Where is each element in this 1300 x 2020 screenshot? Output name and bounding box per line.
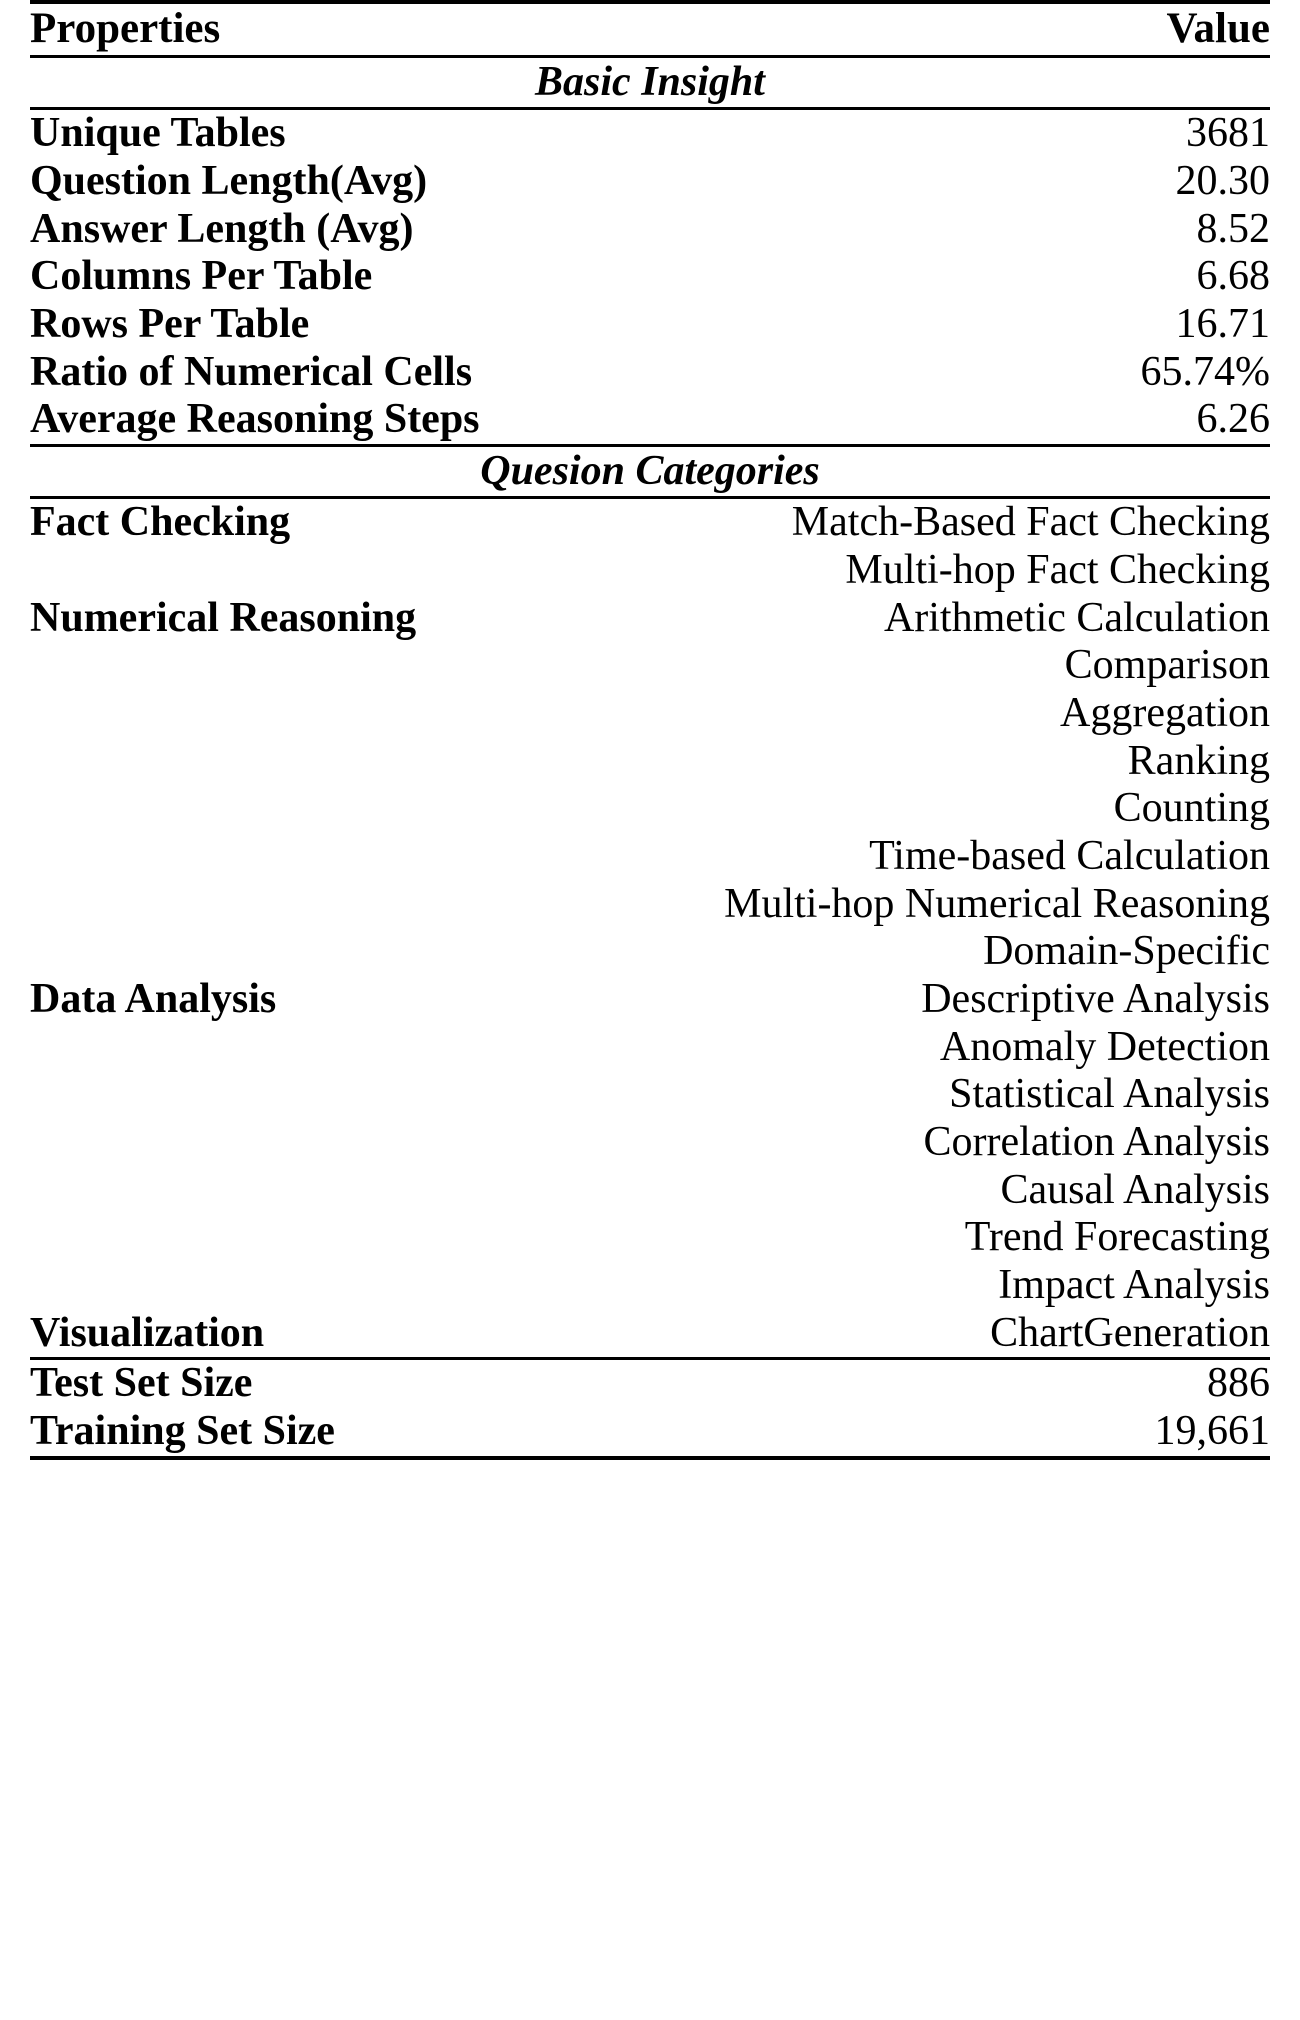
table-row: Statistical Analysis — [30, 1071, 1270, 1119]
table-header-row: Properties Value — [30, 2, 1270, 55]
row-value: Impact Analysis — [998, 1261, 1270, 1308]
table-row: Aggregation — [30, 690, 1270, 738]
table-row: Ratio of Numerical Cells 65.74% — [30, 349, 1270, 397]
table-row: Trend Forecasting — [30, 1214, 1270, 1262]
table-row: Ranking — [30, 738, 1270, 786]
table-row: Multi-hop Fact Checking — [30, 547, 1270, 595]
table-row: Causal Analysis — [30, 1166, 1271, 1215]
table-row: Data Analysis Descriptive Analysis — [30, 976, 1270, 1024]
table-row: Multi-hop Numerical Reasoning — [30, 881, 1270, 929]
row-property: Average Reasoning Steps — [30, 396, 480, 443]
statistics-table-container: Properties Value Basic Insight Unique Table… — [0, 0, 1300, 1460]
row-property — [30, 1214, 613, 1262]
table-row: Correlation Analysis — [30, 1119, 1270, 1167]
row-property: Test Set Size — [30, 1360, 253, 1407]
row-property: Rows Per Table — [30, 300, 310, 347]
table-row: Rows Per Table 16.71 — [30, 301, 1270, 349]
row-value: 65.74% — [1140, 348, 1271, 395]
table-row: Columns Per Table 6.68 — [30, 253, 1270, 301]
row-property — [30, 928, 613, 976]
row-property: Unique Tables — [30, 110, 286, 157]
section-title-row: Basic Insight — [30, 56, 1270, 107]
row-value: Ranking — [1127, 737, 1270, 784]
row-value: Time-based Calculation — [869, 833, 1270, 880]
row-property — [30, 690, 613, 738]
row-value: 16.71 — [1175, 300, 1271, 347]
row-property — [30, 785, 613, 833]
table-row: Visualization ChartGeneration — [30, 1310, 1270, 1358]
row-value: Trend Forecasting — [964, 1214, 1270, 1261]
row-property — [30, 1071, 613, 1119]
row-value: Comparison — [1064, 642, 1270, 689]
table-row: Fact Checking Match-Based Fact Checking — [30, 498, 1270, 547]
section-title: Quesion Categories — [480, 447, 820, 494]
row-value: Descriptive Analysis — [921, 975, 1270, 1022]
row-value: Multi-hop Numerical Reasoning — [724, 880, 1270, 927]
row-value: Multi-hop Fact Checking — [845, 547, 1270, 594]
table-row: Unique Tables 3681 — [30, 109, 1270, 158]
row-value: 6.68 — [1196, 253, 1271, 300]
row-value: Statistical Analysis — [949, 1071, 1270, 1118]
row-property — [30, 738, 613, 786]
dataset-statistics-table: Properties Value Basic Insight Unique Table… — [30, 0, 1270, 1460]
section-title-row: Quesion Categories — [30, 445, 1270, 496]
row-property — [30, 1167, 613, 1215]
row-property: Training Set Size — [30, 1407, 335, 1454]
table-row: Time-based Calculation — [30, 833, 1270, 881]
table-row: Impact Analysis — [30, 1262, 1270, 1310]
row-property: Fact Checking — [30, 499, 291, 546]
row-value: 886 — [1207, 1360, 1270, 1407]
row-property: Question Length(Avg) — [30, 157, 428, 204]
row-value: 6.26 — [1196, 396, 1271, 443]
row-value: ChartGeneration — [990, 1309, 1270, 1356]
table-row: Answer Length (Avg) 8.52 — [30, 206, 1270, 254]
table-row: Domain-Specific — [30, 928, 1270, 976]
row-property — [30, 1119, 613, 1167]
row-property — [30, 1262, 613, 1310]
row-property: Columns Per Table — [30, 253, 373, 300]
table-row: Training Set Size 19,661 — [30, 1408, 1270, 1456]
table-row: Counting — [30, 785, 1270, 833]
row-property — [30, 1024, 613, 1072]
row-property: Numerical Reasoning — [30, 594, 417, 641]
table-row: Comparison — [30, 642, 1270, 690]
row-value: Arithmetic Calculation — [883, 594, 1270, 641]
row-value: 8.52 — [1196, 205, 1271, 252]
table-row: Test Set Size 886 — [30, 1359, 1270, 1408]
row-value: Correlation Analysis — [923, 1118, 1270, 1165]
table-row: Question Length(Avg) 20.30 — [30, 158, 1270, 206]
header-properties: Properties — [30, 5, 221, 52]
row-value: Anomaly Detection — [939, 1023, 1270, 1070]
row-property: Answer Length (Avg) — [30, 205, 414, 252]
row-property: Visualization — [30, 1309, 265, 1356]
row-property — [30, 547, 613, 595]
row-property: Ratio of Numerical Cells — [30, 348, 473, 395]
row-value: Counting — [1113, 785, 1270, 832]
row-property: Data Analysis — [30, 975, 277, 1022]
row-value: 3681 — [1186, 110, 1270, 157]
header-value: Value — [1166, 5, 1270, 52]
table-bottom-rule — [30, 1453, 1270, 1460]
section-title: Basic Insight — [535, 58, 765, 105]
row-value: 20.30 — [1175, 157, 1271, 204]
row-value: Causal Analysis — [1000, 1166, 1271, 1213]
row-property — [30, 642, 613, 690]
row-property — [30, 881, 613, 929]
table-row: Numerical Reasoning Arithmetic Calculatio… — [30, 595, 1270, 643]
row-value: 19,661 — [1154, 1407, 1271, 1454]
row-value: Aggregation — [1060, 690, 1270, 737]
row-value: Match-Based Fact Checking — [791, 499, 1270, 546]
row-value: Domain-Specific — [983, 928, 1270, 975]
row-property — [30, 833, 613, 881]
table-row: Anomaly Detection — [30, 1024, 1270, 1072]
table-row: Average Reasoning Steps 6.26 — [30, 396, 1270, 444]
